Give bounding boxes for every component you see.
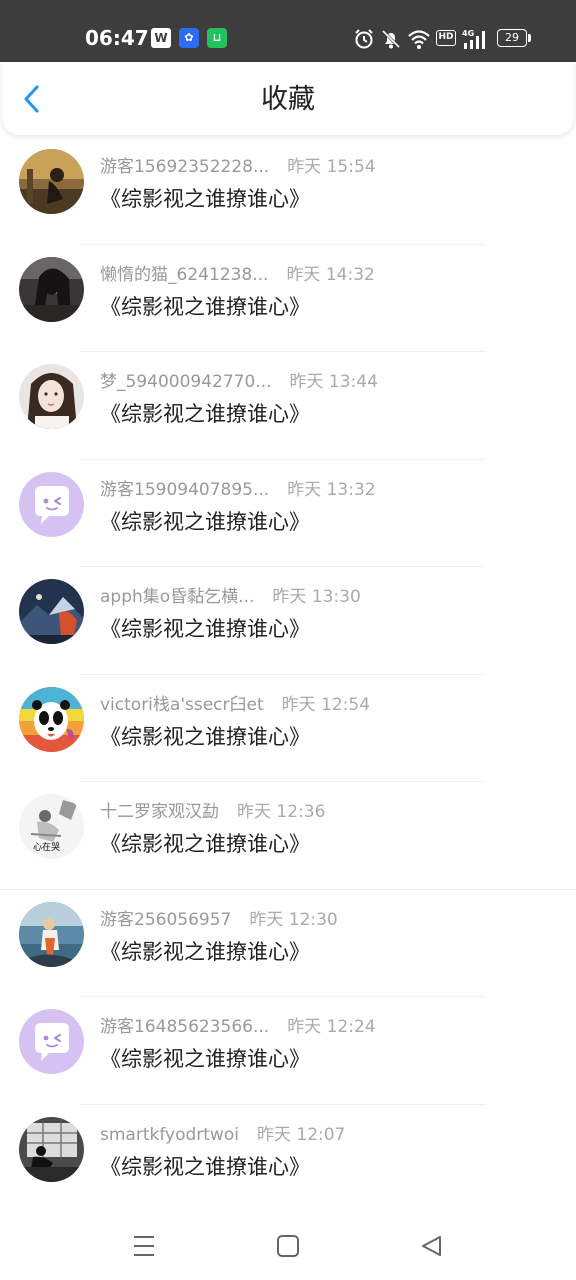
book-title: 《综影视之谁撩谁心》 (100, 832, 310, 856)
timestamp: 昨天 12:30 (249, 909, 338, 930)
signal-4g-icon: 4G (462, 29, 485, 49)
list-item[interactable]: 游客15909407895... 昨天 13:32 《综影视之谁撩谁心》 (0, 460, 576, 567)
avatar (19, 471, 84, 537)
wps-icon: W (151, 28, 171, 48)
list-item[interactable]: 梦_594000942770... 昨天 13:44 《综影视之谁撩谁心》 (0, 352, 576, 460)
avatar (19, 364, 84, 429)
book-title: 《综影视之谁撩谁心》 (100, 617, 310, 641)
list-item[interactable]: 游客256056957 昨天 12:30 《综影视之谁撩谁心》 (0, 890, 576, 997)
favorites-list: 游客15692352228... 昨天 15:54 《综影视之谁撩谁心》 懒惰的猫… (0, 137, 576, 1212)
list-item[interactable]: 心在哭 十二罗家观汉勐 昨天 12:36 《综影视之谁撩谁心》 (0, 782, 576, 890)
username: 懒惰的猫_6241238... (100, 264, 269, 285)
avatar (19, 256, 84, 322)
timestamp: 昨天 13:44 (289, 372, 378, 392)
list-item[interactable]: 游客16485623566... 昨天 12:24 《综影视之谁撩谁心》 (0, 997, 576, 1105)
green-app-icon: ⊔ (207, 28, 227, 48)
book-title: 《综影视之谁撩谁心》 (100, 294, 310, 319)
avatar (19, 686, 84, 752)
svg-text:心在哭: 心在哭 (33, 841, 60, 853)
timestamp: 昨天 13:30 (272, 587, 361, 607)
battery-icon: 29 (497, 29, 531, 47)
timestamp: 昨天 14:32 (286, 264, 375, 285)
app-header: 收藏 (2, 62, 574, 135)
status-time: 06:47 (85, 26, 149, 50)
book-title: 《综影视之谁撩谁心》 (100, 939, 310, 964)
avatar (19, 1009, 84, 1074)
username: 游客15909407895... (100, 479, 270, 500)
username: victori栈a'ssecr臼et (100, 694, 264, 715)
avatar (19, 149, 84, 214)
book-title: 《综影视之谁撩谁心》 (100, 509, 310, 534)
book-title: 《综影视之谁撩谁心》 (100, 1154, 310, 1179)
username: 梦_594000942770... (100, 372, 272, 392)
page-title: 收藏 (261, 84, 315, 115)
hd-icon: HD (436, 30, 456, 46)
system-nav-bar (0, 1210, 576, 1280)
list-item[interactable]: victori栈a'ssecr臼et 昨天 12:54 《综影视之谁撩谁心》 (0, 675, 576, 782)
baidu-icon: ✿ (179, 28, 199, 48)
username: 游客16485623566... (100, 1017, 270, 1037)
battery-level: 29 (497, 29, 527, 47)
timestamp: 昨天 12:54 (281, 694, 371, 715)
status-bar: 06:47 W ✿ ⊔ HD 4G 29 (0, 0, 576, 62)
timestamp: 昨天 12:36 (237, 802, 326, 822)
list-item[interactable]: 游客15692352228... 昨天 15:54 《综影视之谁撩谁心》 (0, 137, 576, 245)
mute-icon (381, 29, 401, 49)
username: 游客15692352228... (100, 157, 270, 177)
book-title: 《综影视之谁撩谁心》 (100, 187, 310, 211)
book-title: 《综影视之谁撩谁心》 (100, 724, 310, 749)
avatar (19, 1116, 84, 1182)
list-item[interactable]: 懒惰的猫_6241238... 昨天 14:32 《综影视之谁撩谁心》 (0, 245, 576, 352)
alarm-icon (355, 29, 373, 49)
menu-icon[interactable] (130, 1232, 158, 1260)
username: 游客256056957 (100, 909, 232, 930)
avatar (19, 901, 84, 967)
home-square-icon[interactable] (274, 1232, 302, 1260)
avatar: 心在哭 (19, 794, 84, 859)
network-label: 4G (462, 29, 474, 38)
avatar (19, 579, 84, 644)
book-title: 《综影视之谁撩谁心》 (100, 402, 310, 426)
wifi-icon (408, 30, 430, 49)
timestamp: 昨天 13:32 (287, 479, 376, 500)
list-item[interactable]: apph集o昏黏乞横... 昨天 13:30 《综影视之谁撩谁心》 (0, 567, 576, 675)
username: 十二罗家观汉勐 (100, 802, 219, 822)
timestamp: 昨天 12:07 (256, 1124, 346, 1145)
back-triangle-icon[interactable] (418, 1232, 446, 1260)
book-title: 《综影视之谁撩谁心》 (100, 1047, 310, 1071)
username: smartkfyodrtwoi (100, 1124, 239, 1145)
timestamp: 昨天 15:54 (287, 157, 376, 177)
username: apph集o昏黏乞横... (100, 587, 255, 607)
timestamp: 昨天 12:24 (287, 1017, 376, 1037)
list-item[interactable]: smartkfyodrtwoi 昨天 12:07 《综影视之谁撩谁心》 (0, 1105, 576, 1212)
